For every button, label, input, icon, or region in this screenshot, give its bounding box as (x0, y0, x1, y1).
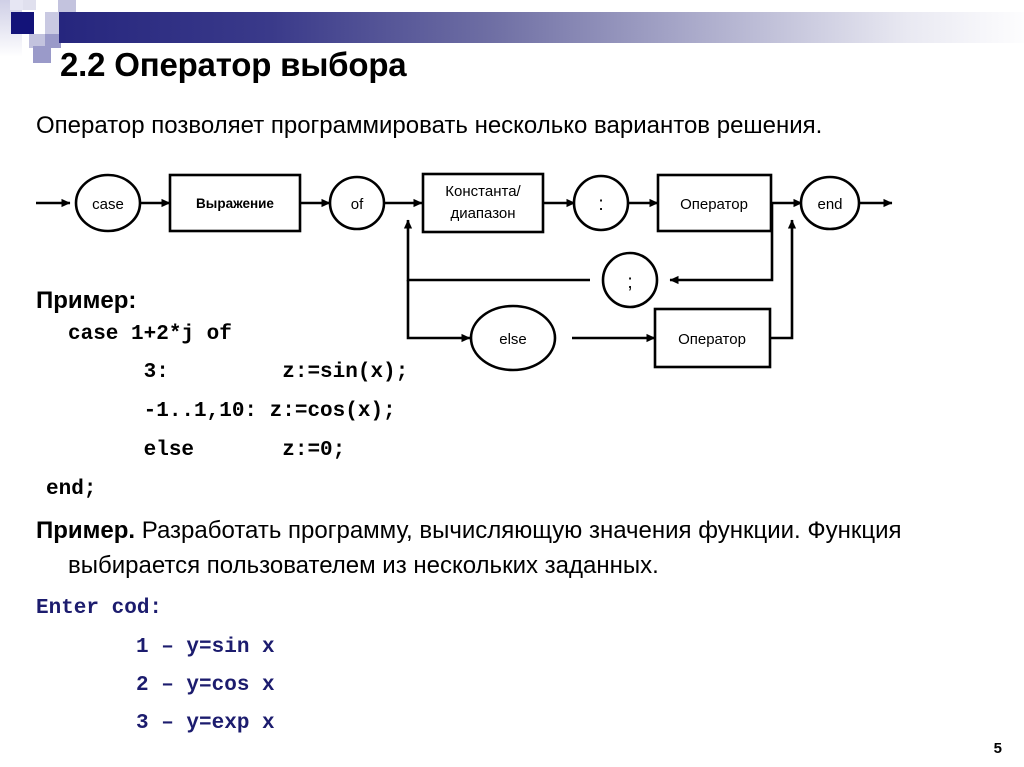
node-else-label: else (499, 331, 527, 348)
example1-label: Пример: (36, 287, 136, 315)
decor-square-2 (36, 0, 58, 12)
header-fade-top (22, 0, 36, 10)
example2-line-2: выбирается пользователем из нескольких з… (68, 552, 659, 579)
slide: 2.2 Оператор выбора Оператор позволяет п… (0, 0, 1024, 767)
enter-cod-option-3: 3 – y=exp x (136, 712, 275, 735)
page-title: 2.2 Оператор выбора (60, 46, 407, 83)
decor-square-4 (34, 12, 45, 34)
node-end-label: end (817, 196, 842, 213)
node-operator-1-label: Оператор (680, 196, 748, 213)
node-of-label: of (351, 196, 364, 213)
decor-square-3 (58, 0, 76, 12)
node-case-label: case (92, 196, 124, 213)
node-expression-label: Выражение (196, 196, 274, 211)
code-line-5: end; (46, 478, 97, 501)
page-number: 5 (993, 740, 1002, 757)
syntax-railroad-diagram: case Выражение of Константа/ диапазон : … (30, 160, 960, 385)
example1-label-text: Пример: (36, 287, 137, 314)
enter-cod-prompt: Enter cod: (36, 597, 163, 620)
code-line-1: case 1+2*j of (68, 323, 232, 346)
enter-cod-option-2: 2 – y=cos x (136, 674, 275, 697)
enter-cod-option-1: 1 – y=sin x (136, 636, 275, 659)
decor-square-9 (33, 46, 51, 63)
lead-paragraph: Оператор позволяет программировать неско… (36, 112, 823, 139)
code-line-2: 3: z:=sin(x); (68, 361, 409, 384)
node-constant-label-1: Константа/ (445, 183, 521, 200)
code-line-4: else z:=0; (68, 439, 346, 462)
example2-text-1: Разработать программу, вычисляющую значе… (141, 517, 902, 544)
node-colon-label: : (598, 194, 603, 215)
node-constant-label-2: диапазон (450, 205, 515, 222)
node-operator-2-label: Оператор (678, 331, 746, 348)
decor-square-1 (10, 0, 23, 10)
decor-square-navy (11, 12, 34, 34)
header-gradient-bar (59, 12, 1024, 43)
node-semicolon-label: ; (627, 272, 632, 293)
example2-line-1: Пример. Разработать программу, вычисляющ… (36, 517, 902, 545)
example2-label-text: Пример. (36, 517, 136, 544)
code-line-3: -1..1,10: z:=cos(x); (68, 400, 396, 423)
